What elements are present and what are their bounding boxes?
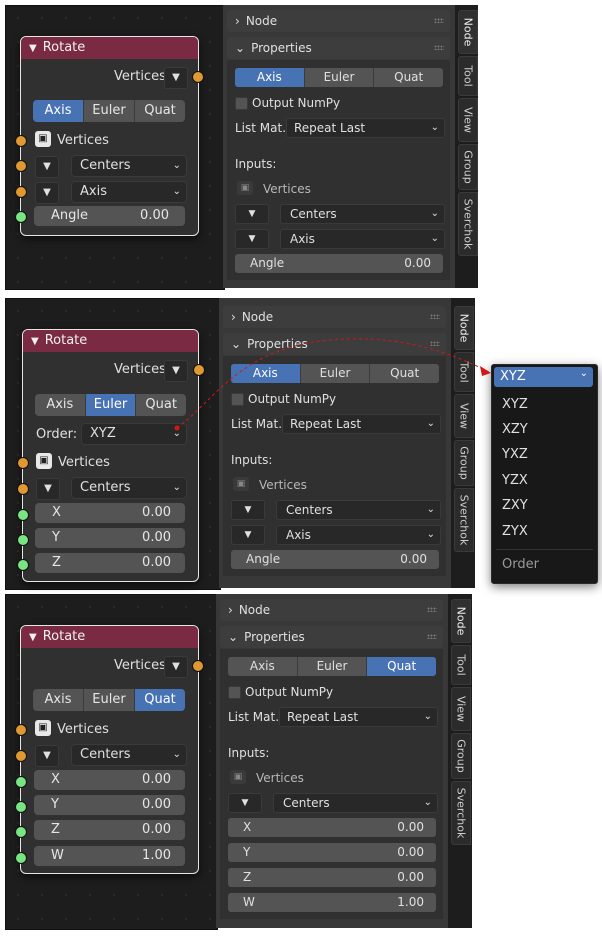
- mode-selector[interactable]: Axis Euler Quat: [33, 689, 185, 711]
- z-field[interactable]: Z 0.00: [34, 820, 185, 840]
- sidebar-y-label: Y: [243, 845, 251, 859]
- list-match-dropdown[interactable]: Repeat Last ⌄: [279, 707, 438, 727]
- properties-section-header[interactable]: ⌄ Properties: [220, 626, 443, 648]
- y-label: Y: [51, 797, 59, 812]
- order-link-path: [176, 338, 492, 429]
- chevron-down-icon: ⌄: [228, 630, 239, 644]
- sidebar-mode-quat[interactable]: Quat: [367, 657, 436, 676]
- tab-view[interactable]: View: [451, 687, 471, 731]
- sidebar-mode-euler[interactable]: Euler: [298, 657, 368, 676]
- drag-grip-icon[interactable]: [427, 607, 437, 612]
- chevron-down-icon[interactable]: ▼: [29, 627, 37, 649]
- sidebar-x-value: 0.00: [397, 820, 424, 834]
- sidebar-x-field[interactable]: X 0.00: [228, 818, 436, 837]
- output-dropdown-button[interactable]: ▼: [164, 656, 188, 678]
- w-label: W: [51, 848, 64, 863]
- z-socket[interactable]: [15, 826, 27, 838]
- output-label: Vertices: [114, 658, 166, 673]
- centers-socket[interactable]: [15, 750, 27, 762]
- z-label: Z: [51, 822, 60, 837]
- sidebar-z-value: 0.00: [397, 870, 424, 884]
- mode-axis[interactable]: Axis: [33, 689, 84, 711]
- node-section-header[interactable]: › Node: [220, 599, 443, 621]
- x-socket[interactable]: [15, 776, 27, 788]
- order-link-arrow: [480, 366, 491, 376]
- order-link-dot: [174, 425, 180, 431]
- output-numpy-label: Output NumPy: [245, 685, 334, 699]
- x-label: X: [51, 772, 60, 787]
- tab-group[interactable]: Group: [451, 733, 471, 779]
- output-numpy-checkbox[interactable]: [228, 686, 241, 699]
- sidebar-centers-menu-button[interactable]: ▼: [228, 793, 262, 813]
- sidebar-y-value: 0.00: [397, 845, 424, 859]
- sidebar-vertices-label: Vertices: [256, 771, 304, 785]
- y-field[interactable]: Y 0.00: [34, 795, 185, 815]
- sidebar-w-value: 1.00: [397, 895, 424, 909]
- w-value: 1.00: [142, 848, 171, 863]
- node-header[interactable]: ▼ Rotate: [21, 626, 198, 648]
- node-section-title: Node: [238, 603, 271, 617]
- output-socket[interactable]: [192, 660, 204, 672]
- sidebar-centers-value: Centers: [283, 796, 330, 810]
- sidebar-x-label: X: [243, 820, 252, 834]
- mode-euler[interactable]: Euler: [84, 689, 135, 711]
- chevron-down-icon: ⌄: [423, 797, 432, 808]
- centers-menu-button[interactable]: ▼: [35, 745, 59, 767]
- x-value: 0.00: [142, 772, 171, 787]
- centers-dropdown[interactable]: Centers ⌄: [71, 744, 187, 766]
- node-title: Rotate: [42, 629, 86, 644]
- vertices-icon[interactable]: ▣: [35, 720, 51, 736]
- sidebar-centers-dropdown[interactable]: Centers ⌄: [273, 793, 438, 813]
- properties-section-title: Properties: [244, 630, 305, 644]
- chevron-down-icon: ⌄: [172, 749, 181, 760]
- vertices-label: Vertices: [57, 722, 109, 737]
- sidebar-mode-axis[interactable]: Axis: [228, 657, 298, 676]
- tab-node[interactable]: Node: [451, 599, 471, 643]
- list-match-label: List Mat...: [228, 710, 287, 724]
- tab-sverchok[interactable]: Sverchok: [451, 781, 471, 845]
- sidebar-mode-selector[interactable]: Axis Euler Quat: [228, 657, 436, 676]
- chevron-down-icon: ⌄: [423, 711, 432, 722]
- x-field[interactable]: X 0.00: [34, 770, 185, 790]
- z-value: 0.00: [142, 822, 171, 837]
- inputs-label: Inputs:: [228, 746, 270, 760]
- drag-grip-icon[interactable]: [427, 634, 437, 639]
- mode-quat[interactable]: Quat: [135, 689, 185, 711]
- centers-value: Centers: [80, 747, 131, 762]
- chevron-right-icon: ›: [228, 603, 233, 617]
- sidebar-z-label: Z: [243, 870, 252, 884]
- vertices-socket[interactable]: [15, 724, 27, 736]
- sidebar-z-field[interactable]: Z 0.00: [228, 868, 436, 887]
- sidebar-w-field[interactable]: W 1.00: [228, 893, 436, 912]
- sidebar-w-label: W: [243, 895, 255, 909]
- w-field[interactable]: W 1.00: [34, 846, 185, 866]
- y-value: 0.00: [142, 797, 171, 812]
- sidebar-y-field[interactable]: Y 0.00: [228, 843, 436, 862]
- vertices-icon: ▣: [230, 770, 246, 784]
- list-match-value: Repeat Last: [287, 710, 359, 724]
- w-socket[interactable]: [15, 852, 27, 864]
- y-socket[interactable]: [15, 801, 27, 813]
- tab-tool[interactable]: Tool: [451, 645, 471, 685]
